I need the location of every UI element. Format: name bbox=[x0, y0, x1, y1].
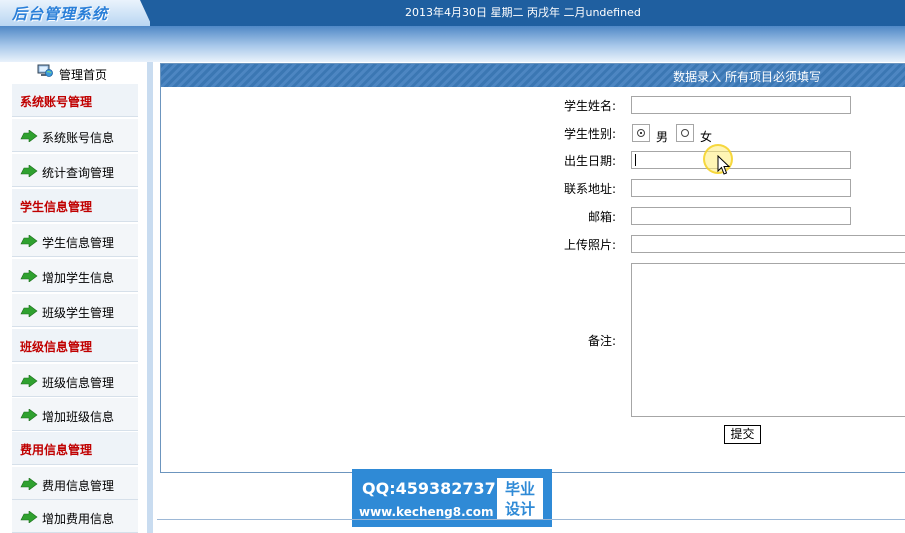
sidebar-section-title: 系统账号管理 bbox=[20, 95, 93, 109]
green-arrow-icon bbox=[20, 375, 38, 387]
sidebar-item-label: 增加班级信息 bbox=[42, 410, 115, 424]
radio-dot bbox=[681, 129, 689, 137]
watermark-badge: 毕业 设计 bbox=[497, 478, 543, 520]
text-caret bbox=[635, 154, 636, 166]
sidebar-home-label: 管理首页 bbox=[59, 68, 108, 82]
address-label: 联系地址: bbox=[564, 182, 617, 196]
green-arrow-icon bbox=[20, 511, 38, 523]
sidebar-item-label: 系统账号信息 bbox=[42, 131, 115, 145]
sidebar-item-label: 班级学生管理 bbox=[42, 306, 115, 320]
sidebar-item-account-info[interactable]: 系统账号信息 bbox=[12, 119, 138, 152]
gender-male-label: 男 bbox=[656, 130, 669, 144]
sidebar-item-add-student[interactable]: 增加学生信息 bbox=[12, 259, 138, 292]
birth-date-input[interactable] bbox=[631, 151, 851, 169]
email-label: 邮箱: bbox=[588, 210, 617, 224]
sidebar-item-add-fee[interactable]: 增加费用信息 bbox=[12, 500, 138, 533]
green-arrow-icon bbox=[20, 409, 38, 421]
photo-upload-label: 上传照片: bbox=[564, 238, 617, 252]
sidebar-section-title: 费用信息管理 bbox=[20, 443, 93, 457]
sidebar-section-fee-info[interactable]: 费用信息管理 bbox=[12, 432, 138, 465]
sidebar-section-title: 班级信息管理 bbox=[20, 340, 93, 354]
sidebar-item-class-info[interactable]: 班级信息管理 bbox=[12, 364, 138, 397]
gender-male-radio[interactable] bbox=[632, 124, 650, 142]
date-display: 2013年4月30日 星期二 丙戌年 二月undefined bbox=[405, 6, 641, 19]
watermark-badge-line1: 毕业 bbox=[504, 480, 535, 498]
gender-label: 学生性别: bbox=[564, 127, 617, 141]
logo: 后台管理系统 bbox=[0, 0, 150, 26]
green-arrow-icon bbox=[20, 235, 38, 247]
green-arrow-icon bbox=[20, 305, 38, 317]
student-name-input[interactable] bbox=[631, 96, 851, 114]
sidebar-item-label: 增加学生信息 bbox=[42, 271, 115, 285]
sidebar-section-system-accounts[interactable]: 系统账号管理 bbox=[12, 84, 138, 117]
remark-textarea[interactable] bbox=[631, 263, 905, 417]
sidebar-item-label: 班级信息管理 bbox=[42, 376, 115, 390]
radio-dot bbox=[637, 129, 645, 137]
top-bar: 后台管理系统 2013年4月30日 星期二 丙戌年 二月undefined bbox=[0, 0, 905, 26]
submit-button[interactable]: 提交 bbox=[724, 425, 761, 444]
sidebar-item-class-students[interactable]: 班级学生管理 bbox=[12, 294, 138, 327]
remark-label: 备注: bbox=[588, 334, 617, 348]
sidebar-item-statistics-query[interactable]: 统计查询管理 bbox=[12, 154, 138, 187]
sidebar-item-fee-info[interactable]: 费用信息管理 bbox=[12, 467, 138, 500]
sidebar-item-label: 费用信息管理 bbox=[42, 479, 115, 493]
logo-text: 后台管理系统 bbox=[12, 5, 109, 23]
sidebar-section-class-info[interactable]: 班级信息管理 bbox=[12, 329, 138, 362]
computer-globe-icon bbox=[37, 64, 53, 77]
sidebar-section-student-info[interactable]: 学生信息管理 bbox=[12, 189, 138, 222]
sidebar-item-student-info[interactable]: 学生信息管理 bbox=[12, 224, 138, 257]
address-input[interactable] bbox=[631, 179, 851, 197]
panel-header: 数据录入 所有项目必须填写 bbox=[161, 64, 905, 87]
footer-divider bbox=[157, 519, 905, 520]
green-arrow-icon bbox=[20, 130, 38, 142]
student-name-label: 学生姓名: bbox=[564, 99, 617, 113]
gender-female-radio[interactable] bbox=[676, 124, 694, 142]
photo-upload-input[interactable] bbox=[631, 235, 905, 253]
sidebar-home-link[interactable]: 管理首页 bbox=[0, 62, 147, 84]
panel-title: 数据录入 所有项目必须填写 bbox=[673, 70, 821, 84]
sidebar-section-title: 学生信息管理 bbox=[20, 200, 93, 214]
header-band bbox=[0, 26, 905, 62]
sidebar-item-label: 统计查询管理 bbox=[42, 166, 115, 180]
watermark-badge-line2: 设计 bbox=[504, 500, 535, 518]
birth-date-label: 出生日期: bbox=[564, 154, 617, 168]
sidebar-item-label: 增加费用信息 bbox=[42, 512, 115, 526]
gender-female-label: 女 bbox=[700, 130, 713, 144]
watermark-url: www.kecheng8.com bbox=[359, 505, 494, 519]
mouse-pointer-icon bbox=[717, 155, 731, 175]
green-arrow-icon bbox=[20, 270, 38, 282]
watermark-qq: QQ:459382737 bbox=[362, 479, 496, 498]
green-arrow-icon bbox=[20, 478, 38, 490]
sidebar: 管理首页 系统账号管理 系统账号信息 统计查询管理 学生信息管理 学生信息管理 … bbox=[0, 62, 153, 533]
sidebar-item-add-class[interactable]: 增加班级信息 bbox=[12, 398, 138, 431]
green-arrow-icon bbox=[20, 165, 38, 177]
email-input[interactable] bbox=[631, 207, 851, 225]
sidebar-item-label: 学生信息管理 bbox=[42, 236, 115, 250]
